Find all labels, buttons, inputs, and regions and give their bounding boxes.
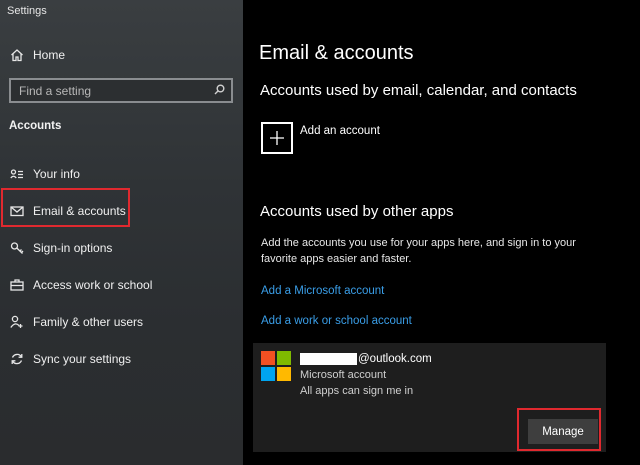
sync-icon xyxy=(9,351,25,367)
plus-icon[interactable] xyxy=(261,122,293,154)
main-content: Email & accounts Accounts used by email,… xyxy=(243,0,640,465)
section-heading-email-calendar: Accounts used by email, calendar, and co… xyxy=(260,82,577,99)
account-email-suffix: @outlook.com xyxy=(358,353,432,365)
briefcase-icon xyxy=(9,277,25,293)
nav-home[interactable]: Home xyxy=(0,42,243,68)
search-input[interactable] xyxy=(19,83,199,98)
sidebar-item-access-work[interactable]: Access work or school xyxy=(0,266,243,303)
nav-list: Your info Email & accounts Sign-in optio… xyxy=(0,155,243,377)
person-list-icon xyxy=(9,166,25,182)
account-email: @outlook.com xyxy=(300,353,432,365)
section-description: Add the accounts you use for your apps h… xyxy=(261,237,576,265)
account-status: All apps can sign me in xyxy=(300,385,414,397)
search-box[interactable] xyxy=(9,78,233,103)
sidebar-item-label: Sync your settings xyxy=(33,351,132,366)
section-label-accounts: Accounts xyxy=(9,120,62,132)
redacted-block xyxy=(300,353,357,365)
person-add-icon xyxy=(9,314,25,330)
mail-icon xyxy=(9,203,25,219)
nav-home-label: Home xyxy=(33,48,66,62)
sidebar-item-label: Sign-in options xyxy=(33,240,113,255)
microsoft-logo-icon xyxy=(261,351,291,381)
add-account-label: Add an account xyxy=(300,125,380,137)
window-title: Settings xyxy=(7,5,47,17)
add-work-account-link[interactable]: Add a work or school account xyxy=(261,315,412,327)
account-card[interactable]: @outlook.com Microsoft account All apps … xyxy=(253,343,606,452)
sidebar-item-label: Access work or school xyxy=(33,277,153,292)
sidebar-item-label: Your info xyxy=(33,166,80,181)
home-icon xyxy=(9,47,25,63)
section-heading-other-apps: Accounts used by other apps xyxy=(260,203,454,220)
sidebar-item-your-info[interactable]: Your info xyxy=(0,155,243,192)
add-microsoft-account-link[interactable]: Add a Microsoft account xyxy=(261,285,384,297)
sidebar-item-email-accounts[interactable]: Email & accounts xyxy=(0,192,243,229)
search-icon[interactable] xyxy=(214,82,225,100)
sidebar: Settings Home Accounts Your info Email &… xyxy=(0,0,243,465)
sidebar-item-label: Family & other users xyxy=(33,314,144,329)
account-type: Microsoft account xyxy=(300,369,387,381)
manage-button[interactable]: Manage xyxy=(528,419,598,444)
sidebar-item-family[interactable]: Family & other users xyxy=(0,303,243,340)
sidebar-item-label: Email & accounts xyxy=(33,203,126,218)
add-account-button[interactable]: Add an account xyxy=(261,122,380,154)
sidebar-item-sync[interactable]: Sync your settings xyxy=(0,340,243,377)
page-title: Email & accounts xyxy=(259,42,414,64)
key-icon xyxy=(9,240,25,256)
sidebar-item-sign-in-options[interactable]: Sign-in options xyxy=(0,229,243,266)
